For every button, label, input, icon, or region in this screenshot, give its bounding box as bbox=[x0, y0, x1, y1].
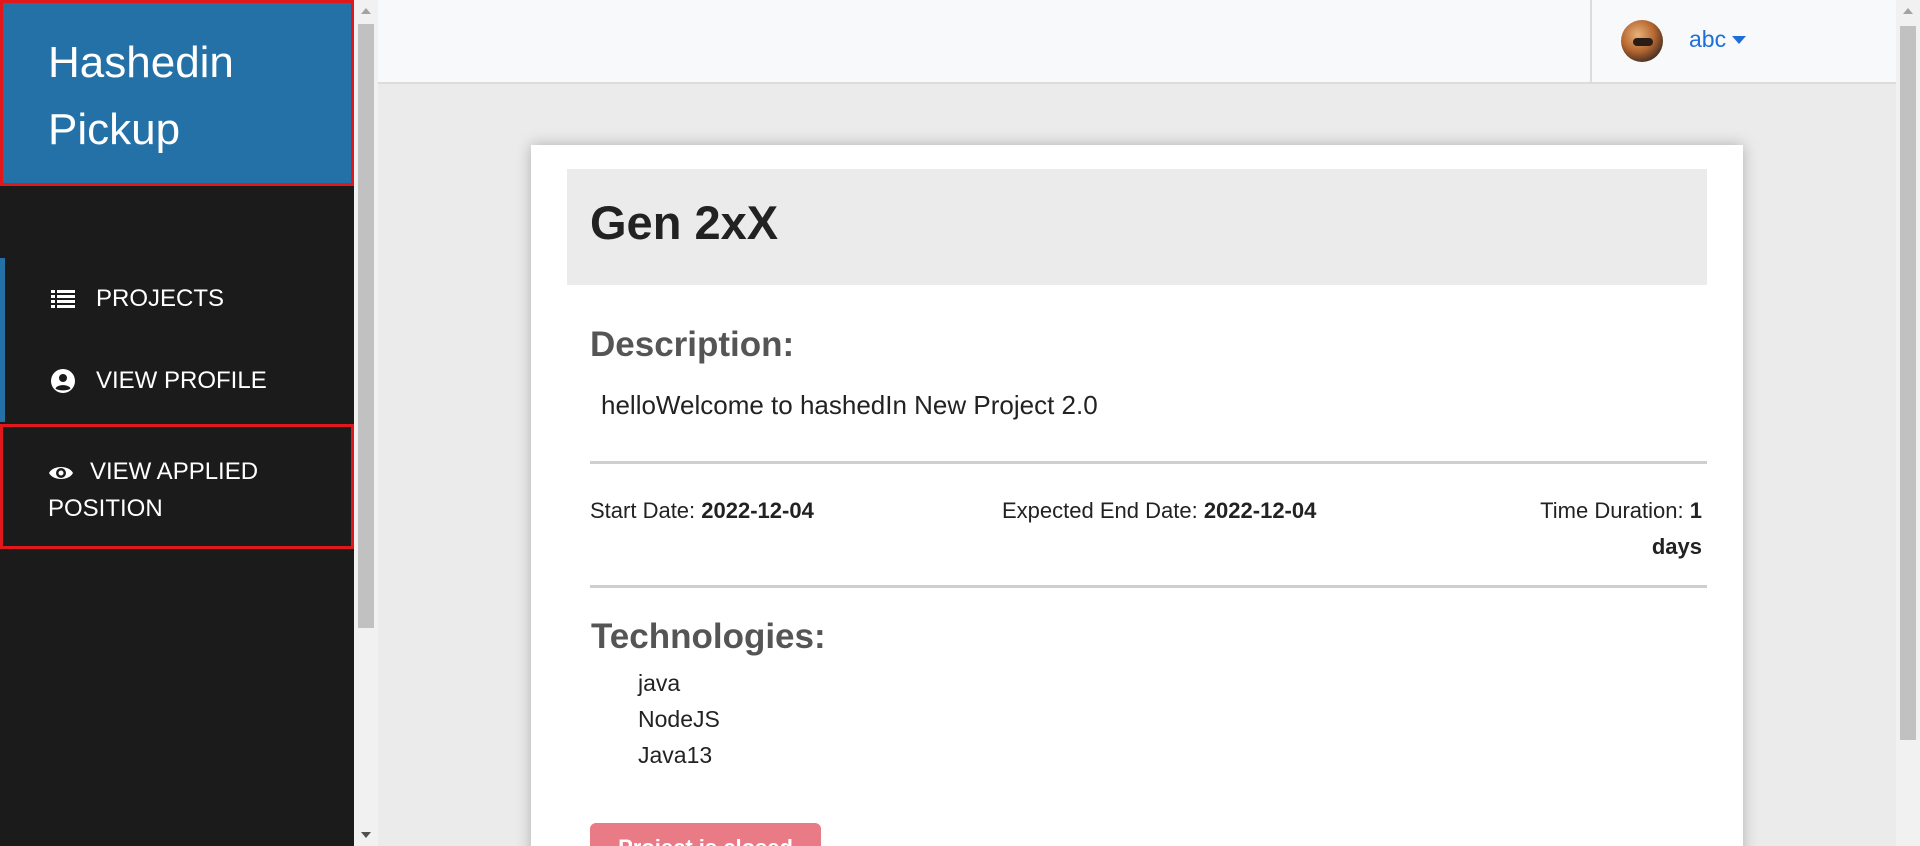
scrollbar-thumb[interactable] bbox=[1900, 26, 1916, 740]
list-item: java bbox=[638, 670, 681, 696]
technologies-list: java NodeJS Java13 bbox=[638, 665, 720, 773]
list-icon bbox=[50, 286, 76, 312]
divider bbox=[590, 461, 1707, 464]
scroll-up-arrow-icon[interactable] bbox=[361, 8, 371, 14]
topbar: abc bbox=[378, 0, 1896, 84]
end-date-value: 2022-12-04 bbox=[1203, 498, 1317, 523]
project-closed-button[interactable]: Project is closed bbox=[590, 823, 821, 846]
brand-title[interactable]: Hashedin Pickup bbox=[0, 0, 354, 186]
divider bbox=[590, 585, 1707, 588]
user-circle-icon bbox=[50, 368, 76, 394]
caret-down-icon bbox=[1732, 35, 1747, 44]
page-scrollbar[interactable] bbox=[1896, 0, 1920, 846]
sidebar-item-label: PROJECTS bbox=[96, 285, 225, 312]
username: abc bbox=[1689, 26, 1727, 52]
project-header: Gen 2xX bbox=[567, 169, 1707, 285]
sidebar-item-view-profile[interactable]: VIEW PROFILE bbox=[0, 340, 354, 422]
sidebar: Hashedin Pickup PROJECTS VIEW PROFILE VI… bbox=[0, 0, 354, 846]
eye-icon bbox=[48, 460, 74, 486]
list-item: Java13 bbox=[638, 742, 713, 768]
expected-end-date: Expected End Date: 2022-12-04 bbox=[1002, 493, 1316, 529]
sidebar-item-label: VIEW PROFILE bbox=[96, 367, 267, 394]
end-date-label: Expected End Date: bbox=[1002, 498, 1198, 523]
project-card: Gen 2xX Description: helloWelcome to has… bbox=[531, 145, 1743, 846]
time-duration: Time Duration: 1 days bbox=[1512, 493, 1702, 565]
scroll-up-arrow-icon[interactable] bbox=[1903, 8, 1913, 14]
project-description: helloWelcome to hashedIn New Project 2.0 bbox=[601, 390, 1098, 420]
scrollbar-thumb[interactable] bbox=[358, 24, 374, 628]
avatar[interactable] bbox=[1621, 20, 1663, 62]
sidebar-item-view-applied-position[interactable]: VIEW APPLIED POSITION bbox=[0, 424, 354, 549]
start-date-label: Start Date: bbox=[590, 498, 696, 523]
sidebar-item-projects[interactable]: PROJECTS bbox=[0, 258, 354, 340]
description-heading: Description: bbox=[590, 325, 795, 364]
start-date: Start Date: 2022-12-04 bbox=[590, 493, 880, 529]
project-title: Gen 2xX bbox=[590, 196, 779, 249]
list-item: NodeJS bbox=[638, 706, 720, 732]
start-date-value: 2022-12-04 bbox=[701, 498, 814, 523]
user-menu-dropdown[interactable]: abc bbox=[1689, 26, 1747, 53]
duration-label: Time Duration: bbox=[1540, 498, 1684, 523]
scroll-down-arrow-icon[interactable] bbox=[361, 832, 371, 838]
sidebar-scrollbar[interactable] bbox=[354, 0, 378, 846]
technologies-heading: Technologies: bbox=[591, 617, 826, 656]
sidebar-item-label: VIEW APPLIED POSITION bbox=[48, 458, 259, 522]
topbar-divider bbox=[1590, 0, 1592, 84]
